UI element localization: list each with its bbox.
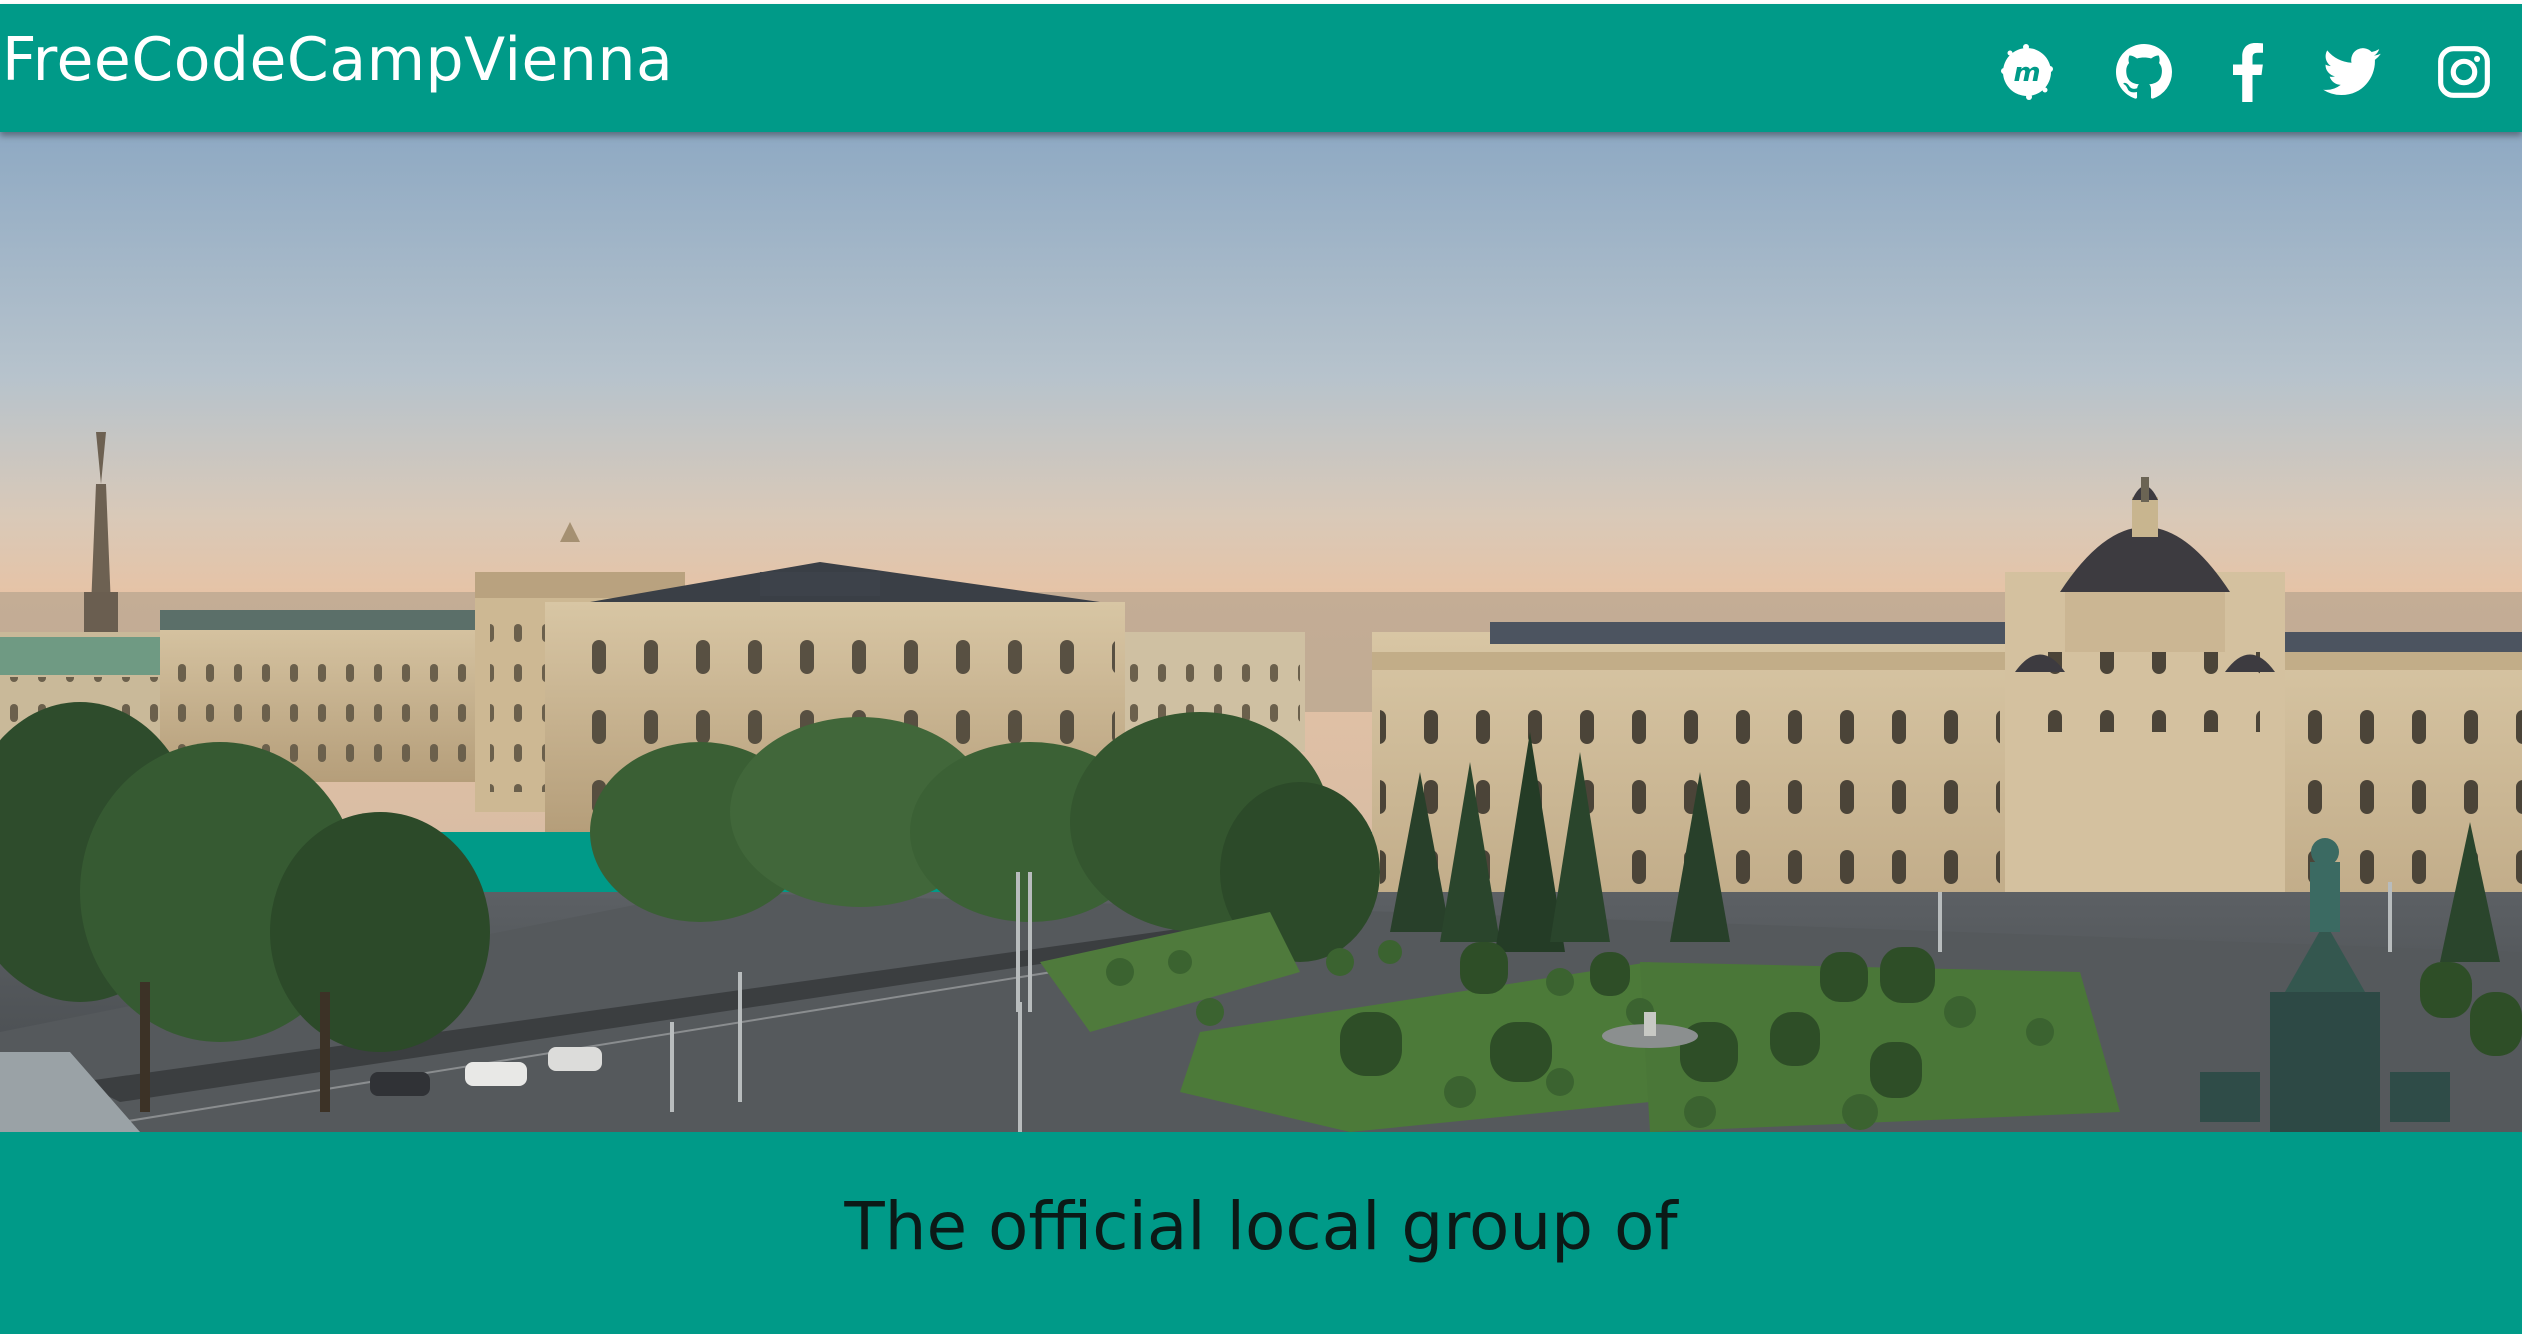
facebook-link[interactable] <box>2216 40 2280 104</box>
intro-tagline: The official local group of <box>844 1188 1678 1265</box>
hero-image <box>0 132 2522 1132</box>
navbar: FreeCodeCampVienna m <box>0 4 2522 132</box>
instagram-link[interactable] <box>2432 40 2496 104</box>
intro-section: The official local group of <box>0 1132 2522 1334</box>
svg-text:m: m <box>2013 58 2040 88</box>
facebook-icon <box>2233 42 2263 102</box>
twitter-link[interactable] <box>2320 40 2384 104</box>
github-link[interactable] <box>2112 40 2176 104</box>
site-brand-link[interactable]: FreeCodeCampVienna <box>2 30 673 90</box>
vienna-panorama-image <box>0 132 2522 1132</box>
meetup-icon: m <box>2001 44 2053 100</box>
twitter-icon <box>2323 48 2381 96</box>
meetup-link[interactable]: m <box>1995 40 2059 104</box>
instagram-icon <box>2438 46 2490 98</box>
github-icon <box>2116 44 2172 99</box>
